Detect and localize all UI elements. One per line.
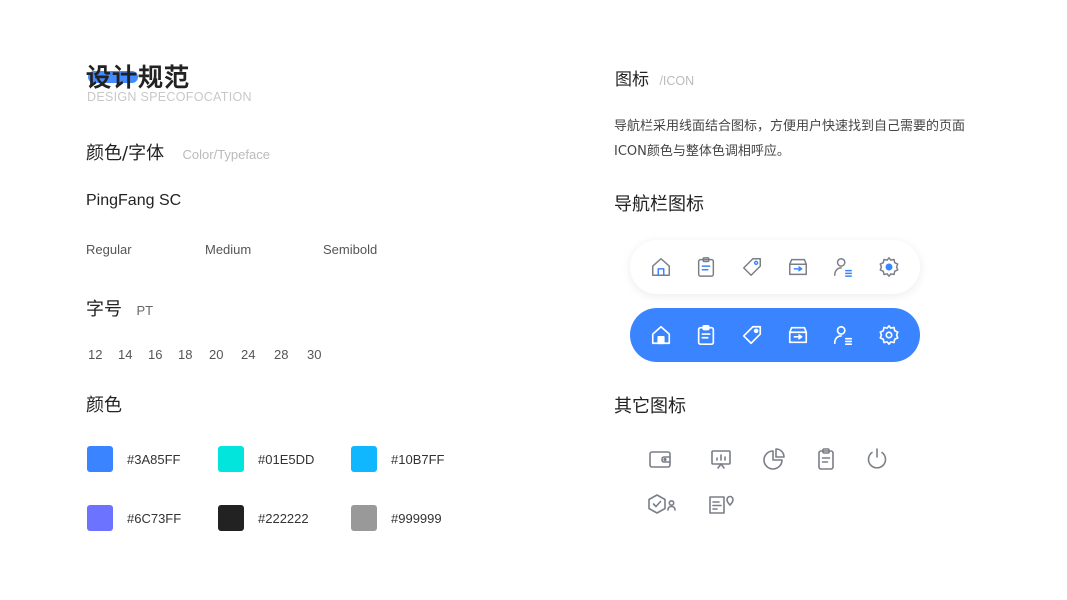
size-item: 24 xyxy=(241,347,256,362)
size-item: 14 xyxy=(118,347,133,362)
page-title-block: 设计规范 xyxy=(86,58,190,94)
weight-medium: Medium xyxy=(205,242,252,257)
weight-semibold: Semibold xyxy=(323,242,378,257)
wallet-icon xyxy=(647,446,673,472)
swatch-black: #222222 xyxy=(218,505,309,531)
size-item: 20 xyxy=(209,347,224,362)
font-weights: Regular Medium Semibold xyxy=(86,242,377,257)
size-item: 12 xyxy=(88,347,103,362)
swatch-purple: #6C73FF xyxy=(87,505,181,531)
nav-title: 导航栏图标 xyxy=(614,194,704,215)
tag-icon[interactable] xyxy=(740,255,764,279)
swatch-label: #01E5DD xyxy=(258,451,315,467)
swatch-sky: #10B7FF xyxy=(351,446,444,472)
swatch-label: #10B7FF xyxy=(391,451,445,467)
page-subtitle: DESIGN SPECOFOCATION xyxy=(87,90,252,104)
home-icon[interactable] xyxy=(649,323,673,347)
swatch-blue: #3A85FF xyxy=(87,446,180,472)
presentation-icon xyxy=(708,446,734,472)
user-list-icon[interactable] xyxy=(831,323,855,347)
font-name: PingFang SC xyxy=(86,192,182,209)
icon-subtitle: /ICON xyxy=(659,74,695,88)
settings-icon[interactable] xyxy=(877,323,901,347)
color-font-heading: 颜色/字体 Color/Typeface xyxy=(86,139,270,165)
shield-user-icon xyxy=(647,492,679,518)
swatch-chip xyxy=(351,446,377,472)
swatch-chip xyxy=(87,505,113,531)
weight-regular: Regular xyxy=(86,242,132,257)
font-size-unit: PT xyxy=(136,303,154,318)
inbox-icon[interactable] xyxy=(786,255,810,279)
clipboard-icon[interactable] xyxy=(694,255,718,279)
font-size-title: 字号 xyxy=(86,299,122,320)
inbox-icon[interactable] xyxy=(786,323,810,347)
swatch-label: #222222 xyxy=(258,510,309,526)
other-icons-title: 其它图标 xyxy=(614,396,686,417)
size-item: 18 xyxy=(178,347,193,362)
swatch-cyan: #01E5DD xyxy=(218,446,314,472)
settings-icon[interactable] xyxy=(877,255,901,279)
swatch-label: #6C73FF xyxy=(127,510,182,526)
font-size-list: 12 14 16 18 20 24 28 30 xyxy=(88,347,321,362)
nav-bar-active xyxy=(630,308,920,362)
pie-chart-icon xyxy=(761,446,787,472)
swatch-label: #999999 xyxy=(391,510,442,526)
clipboard-icon[interactable] xyxy=(694,323,718,347)
home-icon[interactable] xyxy=(649,255,673,279)
swatch-gray: #999999 xyxy=(351,505,442,531)
color-font-title: 颜色/字体 xyxy=(86,143,165,164)
swatch-chip xyxy=(351,505,377,531)
tag-icon[interactable] xyxy=(740,323,764,347)
nav-bar-light xyxy=(630,240,920,294)
page-title: 设计规范 xyxy=(86,63,191,92)
color-font-subtitle: Color/Typeface xyxy=(182,147,270,162)
swatch-chip xyxy=(218,505,244,531)
swatch-label: #3A85FF xyxy=(127,451,181,467)
icon-description-line2: ICON颜色与整体色调相呼应。 xyxy=(614,144,790,159)
colors-title: 颜色 xyxy=(86,395,122,416)
icon-title: 图标 xyxy=(615,70,649,90)
document-location-icon xyxy=(708,492,738,518)
size-item: 16 xyxy=(148,347,163,362)
swatch-chip xyxy=(87,446,113,472)
power-icon xyxy=(864,446,890,472)
icon-description-line1: 导航栏采用线面结合图标，方便用户快速找到自己需要的页面 xyxy=(614,119,966,134)
icon-heading: 图标 /ICON xyxy=(615,65,694,90)
size-item: 30 xyxy=(307,347,322,362)
user-list-icon[interactable] xyxy=(831,255,855,279)
font-size-heading: 字号 PT xyxy=(86,295,153,321)
size-item: 28 xyxy=(274,347,289,362)
clipboard-icon xyxy=(813,446,839,472)
swatch-chip xyxy=(218,446,244,472)
